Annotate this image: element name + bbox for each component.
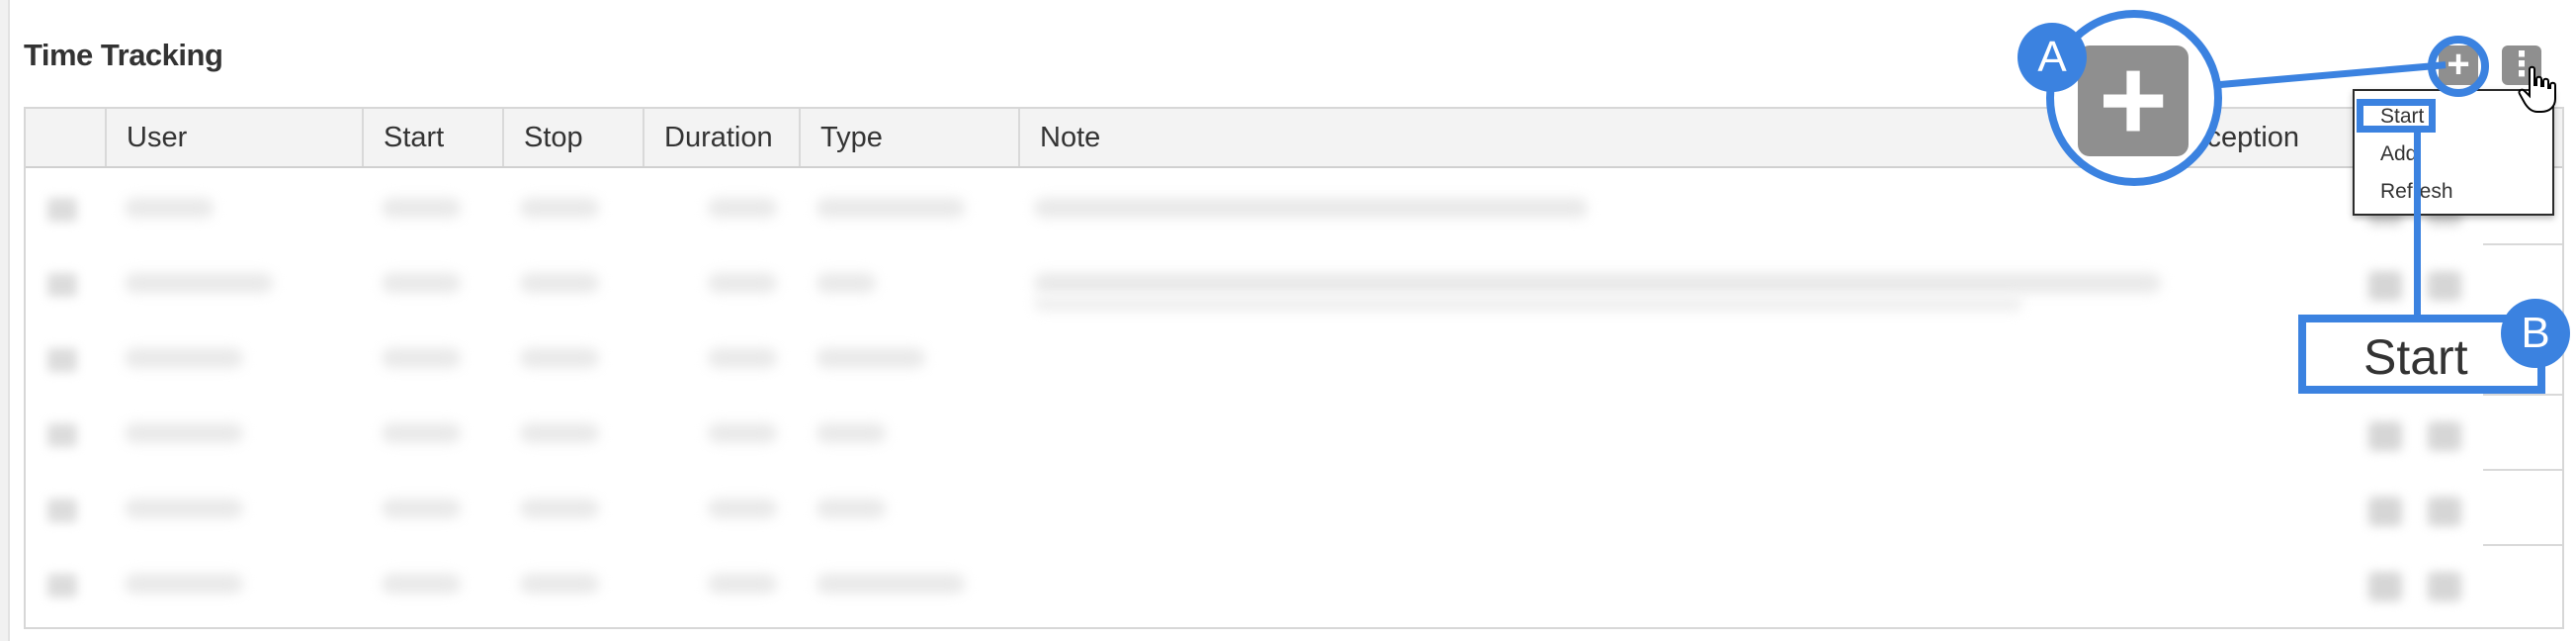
edit-icon[interactable] (47, 348, 77, 372)
edit-icon[interactable] (47, 574, 77, 597)
callout-b-badge: B (2501, 299, 2570, 368)
edit-icon[interactable] (47, 499, 77, 522)
time-tracking-table: User Start Stop Duration Type Note (24, 107, 2564, 629)
table-row[interactable] (26, 471, 2562, 546)
edit-icon[interactable] (47, 273, 77, 297)
callout-a-connector (2208, 61, 2447, 89)
hand-cursor-icon (2518, 65, 2556, 113)
header-type[interactable]: Type (801, 109, 1020, 166)
callout-b-connector (2414, 131, 2421, 317)
header-duration[interactable]: Duration (644, 109, 801, 166)
edit-icon[interactable] (47, 423, 77, 447)
zoomed-start-label: Start (2363, 329, 2468, 385)
table-row[interactable] (26, 170, 2562, 245)
magnified-plus-icon: + (2078, 41, 2189, 159)
table-row[interactable] (26, 396, 2562, 471)
header-user[interactable]: User (107, 109, 364, 166)
panel-title: Time Tracking (24, 38, 223, 72)
header-start[interactable]: Start (364, 109, 504, 166)
add-button-highlight-ring (2428, 36, 2489, 97)
table-row[interactable] (26, 320, 2562, 396)
header-edit-column (26, 109, 107, 166)
header-stop[interactable]: Stop (504, 109, 644, 166)
edit-icon[interactable] (47, 198, 77, 222)
menu-item-add[interactable]: Add (2380, 142, 2417, 166)
callout-a-badge: A (2018, 23, 2087, 92)
table-row[interactable] (26, 245, 2562, 320)
table-row[interactable] (26, 546, 2562, 621)
start-highlight-box (2357, 99, 2436, 133)
panel-left-border (0, 0, 10, 641)
